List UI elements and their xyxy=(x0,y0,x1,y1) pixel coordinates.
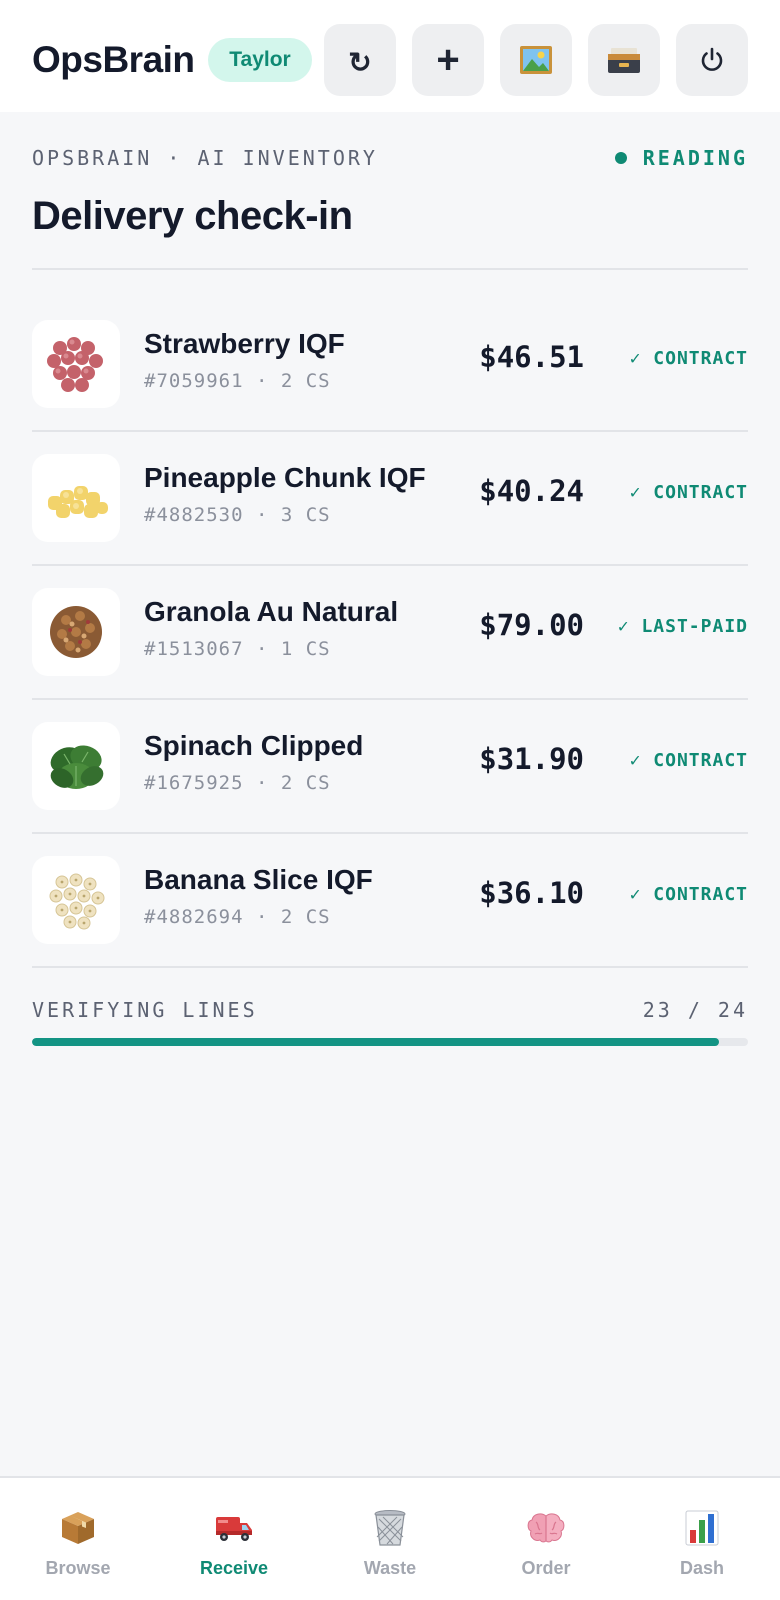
item-meta: #1675925 · 2 CS xyxy=(144,772,331,794)
add-button[interactable]: + xyxy=(412,24,484,96)
item-price: $31.90 xyxy=(479,742,584,776)
item-meta: #7059961 · 2 CS xyxy=(144,370,331,392)
list-item[interactable]: Granola Au Natural #1513067 · 1 CS $79.0… xyxy=(32,566,748,700)
item-price: $46.51 xyxy=(479,340,584,374)
bottom-tab-bar: Browse Receive Waste Order Dash xyxy=(0,1476,780,1600)
section-eyebrow: OPSBRAIN · AI INVENTORY xyxy=(32,146,378,170)
tab-label: Receive xyxy=(199,1558,269,1578)
tab-label: Waste xyxy=(363,1558,417,1578)
progress-bar-fill xyxy=(32,1038,720,1046)
tab-receive[interactable]: Receive xyxy=(156,1478,312,1600)
plus-icon: + xyxy=(436,38,460,82)
status-dot-icon xyxy=(614,152,627,164)
delivery-truck-icon xyxy=(214,1508,254,1548)
progress-label: VERIFYING LINES xyxy=(32,998,258,1022)
power-button[interactable] xyxy=(676,24,748,96)
wastebasket-icon xyxy=(370,1508,410,1548)
item-name: Pineapple Chunk IQF xyxy=(144,462,426,493)
pineapple-chunk-icon xyxy=(32,454,120,542)
item-name: Banana Slice IQF xyxy=(144,864,373,895)
bar-chart-icon xyxy=(682,1508,722,1548)
list-item[interactable]: Spinach Clipped #1675925 · 2 CS $31.90 ✓… xyxy=(32,700,748,834)
refresh-icon: ↻ xyxy=(348,46,372,78)
delivery-item-list: Strawberry IQF #7059961 · 2 CS $46.51 ✓ … xyxy=(32,298,748,968)
brand-title: OpsBrain xyxy=(32,39,195,80)
item-meta: #4882694 · 2 CS xyxy=(144,906,331,928)
user-badge[interactable]: Taylor xyxy=(208,38,312,82)
strawberry-icon xyxy=(32,320,120,408)
item-name: Spinach Clipped xyxy=(144,730,364,761)
price-source-badge: ✓ LAST-PAID xyxy=(617,616,748,637)
app-header: OpsBrain Taylor ↻ + xyxy=(0,0,780,112)
tab-label: Order xyxy=(521,1558,571,1578)
tab-dash[interactable]: Dash xyxy=(624,1478,780,1600)
image-button[interactable] xyxy=(500,24,572,96)
list-item[interactable]: Pineapple Chunk IQF #4882530 · 3 CS $40.… xyxy=(32,432,748,566)
progress-bar xyxy=(32,1038,748,1046)
card-file-box-icon xyxy=(608,48,640,73)
tab-order[interactable]: Order xyxy=(468,1478,624,1600)
reading-status: READING xyxy=(614,146,748,170)
item-price: $36.10 xyxy=(479,876,584,910)
item-name: Strawberry IQF xyxy=(144,328,345,359)
progress-count: 23 / 24 xyxy=(642,998,748,1022)
item-price: $40.24 xyxy=(479,474,584,508)
banana-slice-icon xyxy=(32,856,120,944)
picture-icon xyxy=(520,46,552,74)
granola-icon xyxy=(32,588,120,676)
package-icon xyxy=(58,1508,98,1548)
item-price: $79.00 xyxy=(479,608,584,642)
item-name: Granola Au Natural xyxy=(144,596,399,627)
list-item[interactable]: Banana Slice IQF #4882694 · 2 CS $36.10 … xyxy=(32,834,748,968)
spinach-icon xyxy=(32,722,120,810)
archive-button[interactable] xyxy=(588,24,660,96)
brain-icon xyxy=(526,1508,566,1548)
page-title: Delivery check-in xyxy=(32,194,353,238)
tab-browse[interactable]: Browse xyxy=(0,1478,156,1600)
tab-label: Dash xyxy=(679,1558,724,1578)
price-source-badge: ✓ CONTRACT xyxy=(629,750,748,771)
price-source-badge: ✓ CONTRACT xyxy=(629,482,748,503)
item-meta: #1513067 · 1 CS xyxy=(144,638,331,660)
refresh-button[interactable]: ↻ xyxy=(324,24,396,96)
divider xyxy=(32,268,748,270)
list-item[interactable]: Strawberry IQF #7059961 · 2 CS $46.51 ✓ … xyxy=(32,298,748,432)
power-icon xyxy=(701,47,723,71)
price-source-badge: ✓ CONTRACT xyxy=(629,348,748,369)
status-label: READING xyxy=(642,146,748,170)
item-meta: #4882530 · 3 CS xyxy=(144,504,331,526)
tab-label: Browse xyxy=(45,1558,111,1578)
price-source-badge: ✓ CONTRACT xyxy=(629,884,748,905)
tab-waste[interactable]: Waste xyxy=(312,1478,468,1600)
